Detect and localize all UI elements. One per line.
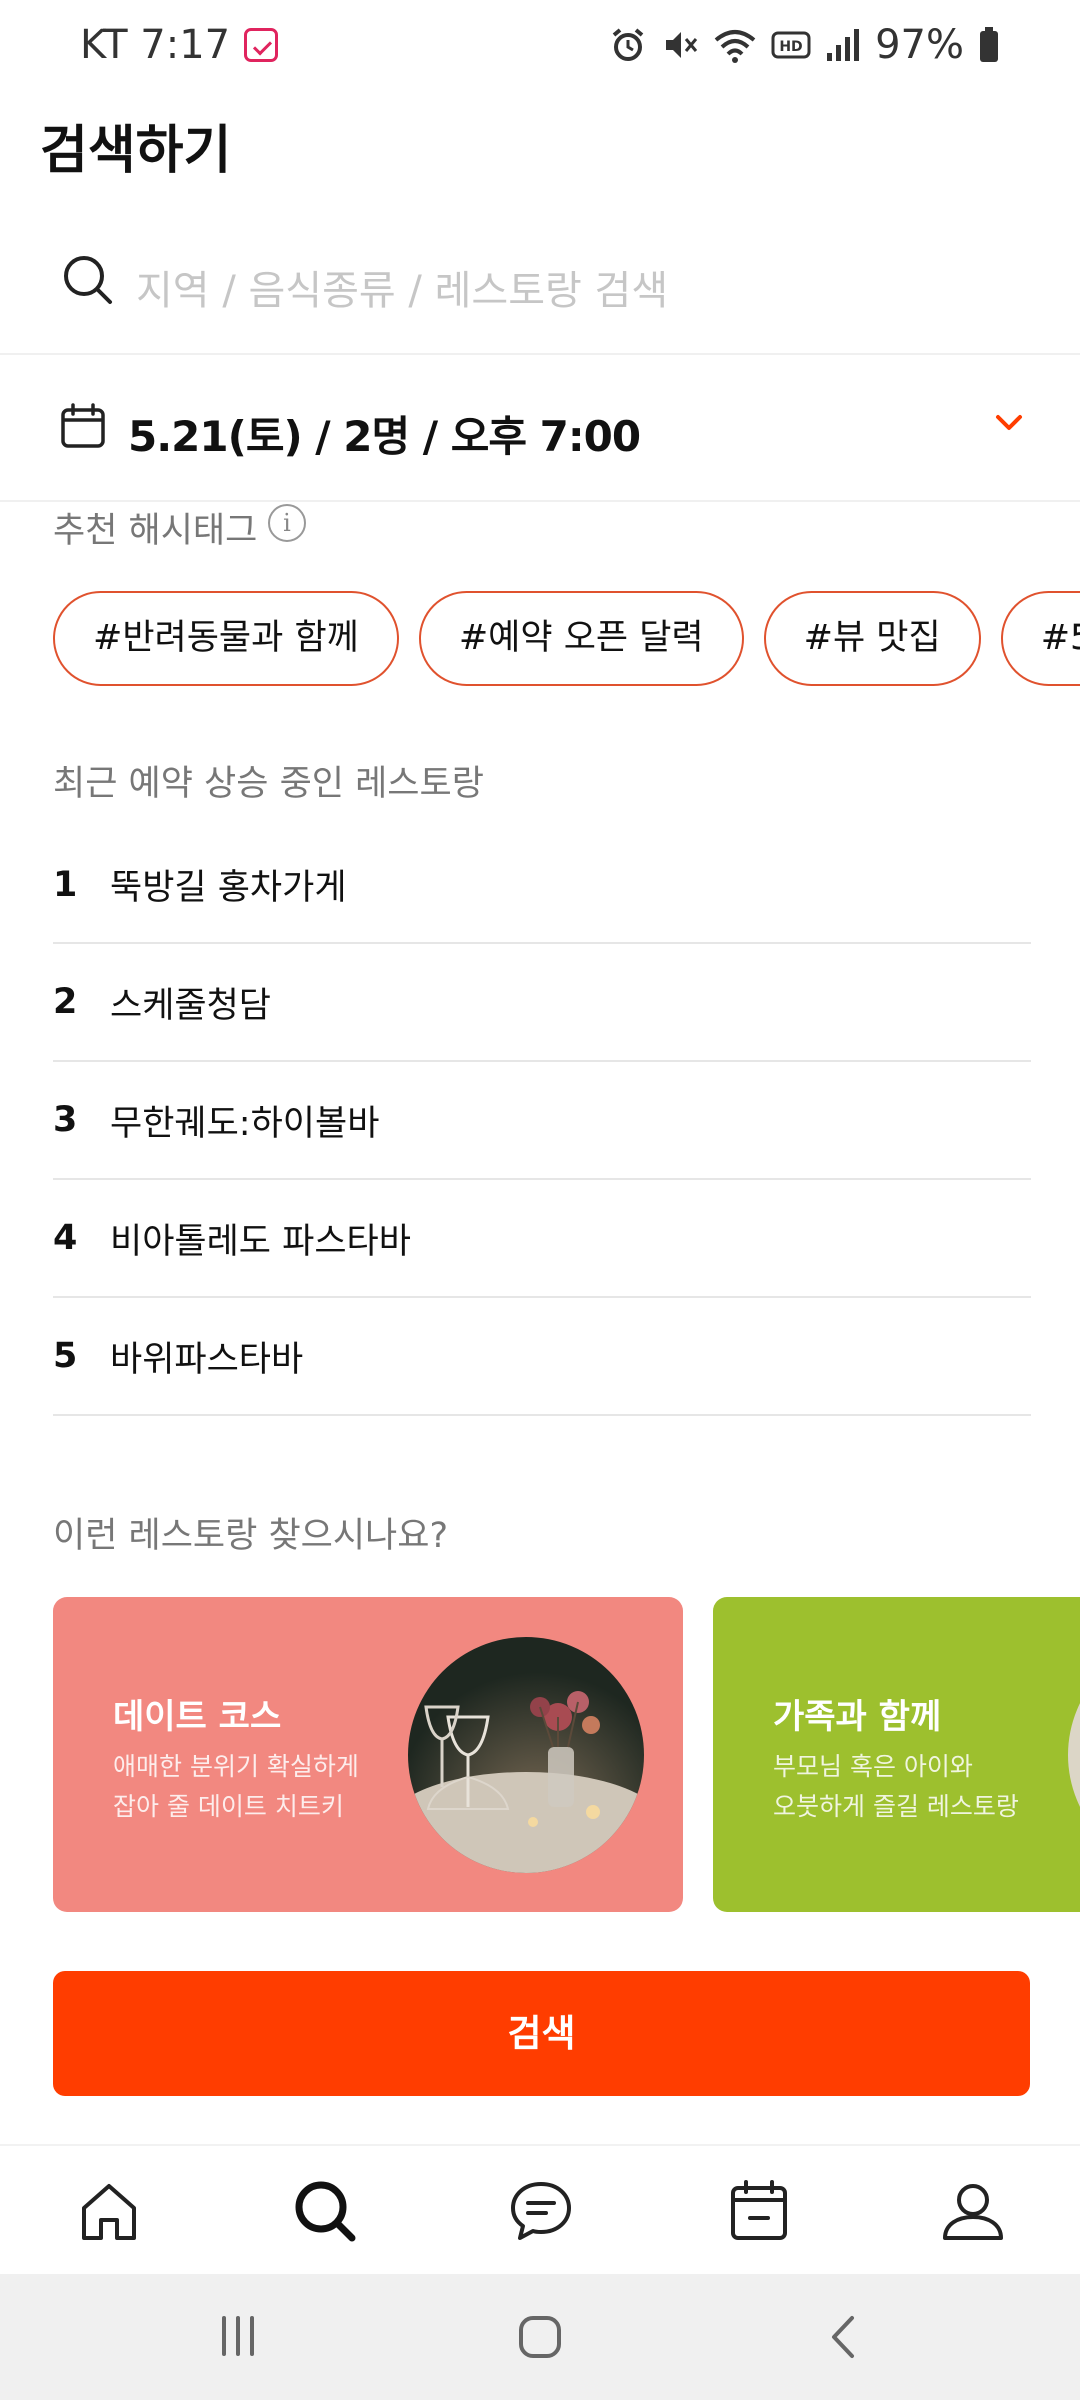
carrier-time: KT 7:17 (80, 22, 231, 68)
card-description: 부모님 혹은 아이와 오붓하게 즐길 레스토랑 (773, 1747, 1019, 1827)
recommend-section-label: 이런 레스토랑 찾으시나요? (53, 1516, 449, 1556)
list-item[interactable]: 4 비아톨레도 파스타바 (53, 1180, 1031, 1298)
ranking-list: 1 뚝방길 홍차가게 2 스케줄청담 3 무한궤도:하이볼바 4 비아톨레도 파… (53, 827, 1031, 1416)
system-nav-bar (0, 2274, 1080, 2400)
rank-number: 5 (53, 1336, 78, 1376)
card-title: 데이트 코스 (113, 1697, 282, 1737)
restaurant-table-photo (408, 1637, 644, 1873)
hd-icon: HD (771, 31, 811, 59)
family-dining-photo (1068, 1637, 1080, 1873)
recommend-card-list: 데이트 코스 애매한 분위기 확실하게 잡아 줄 데이트 치트키 가족과 함께 … (53, 1597, 1080, 1912)
nav-chat[interactable] (504, 2174, 578, 2248)
profile-icon (943, 2184, 1003, 2240)
hashtag-chip[interactable]: #뷰 맛집 (763, 591, 981, 686)
home-icon (82, 2184, 136, 2240)
search-icon (295, 2181, 356, 2242)
card-description: 애매한 분위기 확실하게 잡아 줄 데이트 치트키 (113, 1747, 359, 1827)
restaurant-name: 바위파스타바 (110, 1339, 304, 1380)
card-title: 가족과 함께 (773, 1697, 942, 1737)
hashtag-list: #반려동물과 함께#예약 오픈 달력#뷰 맛집#5월 가 (53, 591, 1080, 686)
home-button-icon[interactable] (517, 2314, 563, 2360)
calendar-notification-icon (244, 28, 279, 62)
calendar-icon (61, 403, 105, 448)
hashtag-chip[interactable]: #예약 오픈 달력 (418, 591, 744, 686)
card-desc-line: 잡아 줄 데이트 치트키 (113, 1792, 344, 1821)
hashtag-chip[interactable]: #5월 가 (1000, 591, 1080, 686)
bottom-nav (0, 2144, 1080, 2274)
rank-number: 2 (53, 982, 78, 1022)
chat-icon (511, 2182, 571, 2240)
restaurant-name: 뚝방길 홍차가게 (110, 868, 347, 908)
back-icon[interactable] (826, 2314, 860, 2360)
list-item[interactable]: 3 무한궤도:하이볼바 (53, 1062, 1031, 1180)
alarm-icon (612, 28, 644, 61)
recommend-card-family[interactable]: 가족과 함께 부모님 혹은 아이와 오붓하게 즐길 레스토랑 (713, 1597, 1080, 1912)
nav-reservations[interactable] (722, 2174, 796, 2248)
nav-profile[interactable] (936, 2174, 1010, 2248)
rank-number: 1 (53, 864, 78, 905)
page-title: 검색하기 (40, 121, 232, 181)
nav-search[interactable] (288, 2174, 362, 2248)
list-item[interactable]: 5 바위파스타바 (53, 1298, 1031, 1416)
status-left: KT 7:17 (80, 22, 279, 68)
card-desc-line: 부모님 혹은 아이와 (773, 1752, 973, 1781)
status-right: HD 97% (609, 22, 1000, 68)
reservation-summary: 5.21(토) / 2명 / 오후 7:00 (128, 412, 641, 461)
recommend-card-date[interactable]: 데이트 코스 애매한 분위기 확실하게 잡아 줄 데이트 치트키 (53, 1597, 683, 1912)
restaurant-name: 스케줄청담 (110, 985, 272, 1026)
nav-home[interactable] (72, 2174, 146, 2248)
list-item[interactable]: 2 스케줄청담 (53, 944, 1031, 1062)
hashtag-chip[interactable]: #반려동물과 함께 (53, 591, 399, 686)
mute-icon (666, 32, 698, 58)
search-placeholder: 지역 / 음식종류 / 레스토랑 검색 (136, 268, 669, 314)
chevron-down-icon[interactable] (994, 413, 1024, 433)
signal-icon (827, 29, 860, 61)
card-desc-line: 오붓하게 즐길 레스토랑 (773, 1792, 1019, 1821)
rank-number: 4 (53, 1218, 78, 1258)
restaurant-name: 무한궤도:하이볼바 (110, 1103, 380, 1144)
calendar-icon (731, 2180, 787, 2240)
status-bar: KT 7:17 HD 97% (0, 0, 1080, 98)
hashtag-section-label: 추천 해시태그 (53, 511, 258, 551)
info-icon[interactable]: i (268, 504, 306, 542)
search-input[interactable]: 지역 / 음식종류 / 레스토랑 검색 (0, 220, 1080, 355)
battery-percent: 97% (875, 22, 964, 68)
wifi-icon (714, 30, 756, 63)
rank-number: 3 (53, 1100, 78, 1140)
restaurant-name: 비아톨레도 파스타바 (110, 1221, 411, 1262)
list-item[interactable]: 1 뚝방길 홍차가게 (53, 827, 1031, 944)
ranking-section-label: 최근 예약 상승 중인 레스토랑 (53, 764, 484, 804)
card-desc-line: 애매한 분위기 확실하게 (113, 1752, 359, 1781)
search-button[interactable]: 검색 (53, 1971, 1030, 2096)
recent-apps-icon[interactable] (216, 2314, 260, 2358)
search-icon (64, 256, 112, 304)
svg-text:HD: HD (779, 39, 802, 55)
reservation-selector[interactable]: 5.21(토) / 2명 / 오후 7:00 (0, 357, 1080, 502)
battery-icon (980, 27, 998, 62)
